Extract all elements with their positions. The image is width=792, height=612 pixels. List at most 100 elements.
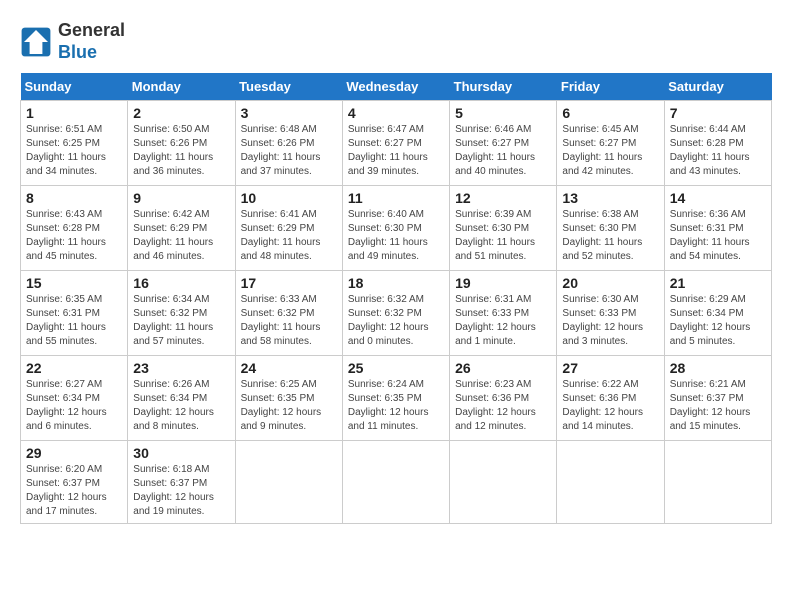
day-number: 1 [26, 105, 122, 121]
empty-day [235, 441, 342, 524]
day-info: Sunrise: 6:36 AMSunset: 6:31 PMDaylight:… [670, 209, 750, 262]
day-info: Sunrise: 6:47 AMSunset: 6:27 PMDaylight:… [348, 124, 428, 177]
day-28: 28 Sunrise: 6:21 AMSunset: 6:37 PMDayligh… [664, 356, 771, 441]
logo-blue: Blue [58, 42, 125, 64]
day-3: 3 Sunrise: 6:48 AMSunset: 6:26 PMDaylight… [235, 101, 342, 186]
day-6: 6 Sunrise: 6:45 AMSunset: 6:27 PMDaylight… [557, 101, 664, 186]
logo: General Blue [20, 20, 125, 63]
day-info: Sunrise: 6:39 AMSunset: 6:30 PMDaylight:… [455, 209, 535, 262]
day-4: 4 Sunrise: 6:47 AMSunset: 6:27 PMDaylight… [342, 101, 449, 186]
week-row-3: 15Sunrise: 6:35 AMSunset: 6:31 PMDayligh… [21, 271, 772, 356]
day-29: 29 Sunrise: 6:20 AMSunset: 6:37 PMDayligh… [21, 441, 128, 524]
day-info: Sunrise: 6:25 AMSunset: 6:35 PMDaylight:… [241, 379, 322, 432]
day-number: 12 [455, 190, 551, 206]
day-14: 14Sunrise: 6:36 AMSunset: 6:31 PMDayligh… [664, 186, 771, 271]
day-info: Sunrise: 6:20 AMSunset: 6:37 PMDaylight:… [26, 464, 107, 517]
day-number: 11 [348, 190, 444, 206]
day-19: 19 Sunrise: 6:31 AMSunset: 6:33 PMDayligh… [450, 271, 557, 356]
day-16: 16 Sunrise: 6:34 AMSunset: 6:32 PMDayligh… [128, 271, 235, 356]
day-info: Sunrise: 6:42 AMSunset: 6:29 PMDaylight:… [133, 209, 213, 262]
day-info: Sunrise: 6:24 AMSunset: 6:35 PMDaylight:… [348, 379, 429, 432]
week-row-1: 1 Sunrise: 6:51 AMSunset: 6:25 PMDaylight… [21, 101, 772, 186]
day-number: 23 [133, 360, 229, 376]
page-header: General Blue [20, 20, 772, 63]
day-info: Sunrise: 6:35 AMSunset: 6:31 PMDaylight:… [26, 294, 106, 347]
day-number: 4 [348, 105, 444, 121]
logo-general: General [58, 20, 125, 42]
day-2: 2 Sunrise: 6:50 AMSunset: 6:26 PMDaylight… [128, 101, 235, 186]
day-info: Sunrise: 6:44 AMSunset: 6:28 PMDaylight:… [670, 124, 750, 177]
day-8: 8 Sunrise: 6:43 AMSunset: 6:28 PMDaylight… [21, 186, 128, 271]
day-number: 18 [348, 275, 444, 291]
day-27: 27 Sunrise: 6:22 AMSunset: 6:36 PMDayligh… [557, 356, 664, 441]
day-5: 5 Sunrise: 6:46 AMSunset: 6:27 PMDaylight… [450, 101, 557, 186]
logo-icon [20, 26, 52, 58]
day-info: Sunrise: 6:33 AMSunset: 6:32 PMDaylight:… [241, 294, 321, 347]
day-15: 15Sunrise: 6:35 AMSunset: 6:31 PMDayligh… [21, 271, 128, 356]
day-info: Sunrise: 6:46 AMSunset: 6:27 PMDaylight:… [455, 124, 535, 177]
day-number: 27 [562, 360, 658, 376]
day-number: 7 [670, 105, 766, 121]
day-18: 18Sunrise: 6:32 AMSunset: 6:32 PMDayligh… [342, 271, 449, 356]
day-info: Sunrise: 6:45 AMSunset: 6:27 PMDaylight:… [562, 124, 642, 177]
logo-text: General Blue [58, 20, 125, 63]
day-9: 9Sunrise: 6:42 AMSunset: 6:29 PMDaylight… [128, 186, 235, 271]
day-info: Sunrise: 6:34 AMSunset: 6:32 PMDaylight:… [133, 294, 213, 347]
day-info: Sunrise: 6:51 AMSunset: 6:25 PMDaylight:… [26, 124, 106, 177]
day-info: Sunrise: 6:31 AMSunset: 6:33 PMDaylight:… [455, 294, 536, 347]
empty-day [557, 441, 664, 524]
day-info: Sunrise: 6:21 AMSunset: 6:37 PMDaylight:… [670, 379, 751, 432]
day-26: 26 Sunrise: 6:23 AMSunset: 6:36 PMDayligh… [450, 356, 557, 441]
day-number: 29 [26, 445, 122, 461]
calendar-table: SundayMondayTuesdayWednesdayThursdayFrid… [20, 73, 772, 524]
day-number: 24 [241, 360, 337, 376]
day-info: Sunrise: 6:30 AMSunset: 6:33 PMDaylight:… [562, 294, 643, 347]
col-header-thursday: Thursday [450, 73, 557, 101]
day-number: 10 [241, 190, 337, 206]
day-info: Sunrise: 6:26 AMSunset: 6:34 PMDaylight:… [133, 379, 214, 432]
day-info: Sunrise: 6:27 AMSunset: 6:34 PMDaylight:… [26, 379, 107, 432]
day-number: 8 [26, 190, 122, 206]
day-info: Sunrise: 6:23 AMSunset: 6:36 PMDaylight:… [455, 379, 536, 432]
day-info: Sunrise: 6:43 AMSunset: 6:28 PMDaylight:… [26, 209, 106, 262]
day-info: Sunrise: 6:40 AMSunset: 6:30 PMDaylight:… [348, 209, 428, 262]
day-info: Sunrise: 6:41 AMSunset: 6:29 PMDaylight:… [241, 209, 321, 262]
day-17: 17 Sunrise: 6:33 AMSunset: 6:32 PMDayligh… [235, 271, 342, 356]
empty-day [664, 441, 771, 524]
day-number: 30 [133, 445, 229, 461]
day-10: 10 Sunrise: 6:41 AMSunset: 6:29 PMDayligh… [235, 186, 342, 271]
day-info: Sunrise: 6:50 AMSunset: 6:26 PMDaylight:… [133, 124, 213, 177]
day-20: 20Sunrise: 6:30 AMSunset: 6:33 PMDayligh… [557, 271, 664, 356]
day-info: Sunrise: 6:48 AMSunset: 6:26 PMDaylight:… [241, 124, 321, 177]
day-info: Sunrise: 6:29 AMSunset: 6:34 PMDaylight:… [670, 294, 751, 347]
header-row: SundayMondayTuesdayWednesdayThursdayFrid… [21, 73, 772, 101]
day-1: 1 Sunrise: 6:51 AMSunset: 6:25 PMDaylight… [21, 101, 128, 186]
empty-day [342, 441, 449, 524]
day-25: 25 Sunrise: 6:24 AMSunset: 6:35 PMDayligh… [342, 356, 449, 441]
day-number: 21 [670, 275, 766, 291]
day-info: Sunrise: 6:22 AMSunset: 6:36 PMDaylight:… [562, 379, 643, 432]
empty-day [450, 441, 557, 524]
day-info: Sunrise: 6:38 AMSunset: 6:30 PMDaylight:… [562, 209, 642, 262]
day-number: 28 [670, 360, 766, 376]
col-header-friday: Friday [557, 73, 664, 101]
day-12: 12 Sunrise: 6:39 AMSunset: 6:30 PMDayligh… [450, 186, 557, 271]
col-header-sunday: Sunday [21, 73, 128, 101]
col-header-monday: Monday [128, 73, 235, 101]
day-number: 6 [562, 105, 658, 121]
day-number: 25 [348, 360, 444, 376]
day-number: 26 [455, 360, 551, 376]
day-number: 2 [133, 105, 229, 121]
day-24: 24 Sunrise: 6:25 AMSunset: 6:35 PMDayligh… [235, 356, 342, 441]
day-number: 17 [241, 275, 337, 291]
week-row-5: 29 Sunrise: 6:20 AMSunset: 6:37 PMDayligh… [21, 441, 772, 524]
col-header-tuesday: Tuesday [235, 73, 342, 101]
week-row-4: 22 Sunrise: 6:27 AMSunset: 6:34 PMDayligh… [21, 356, 772, 441]
day-7: 7 Sunrise: 6:44 AMSunset: 6:28 PMDaylight… [664, 101, 771, 186]
day-number: 22 [26, 360, 122, 376]
day-number: 3 [241, 105, 337, 121]
day-number: 19 [455, 275, 551, 291]
day-number: 5 [455, 105, 551, 121]
day-number: 16 [133, 275, 229, 291]
col-header-wednesday: Wednesday [342, 73, 449, 101]
